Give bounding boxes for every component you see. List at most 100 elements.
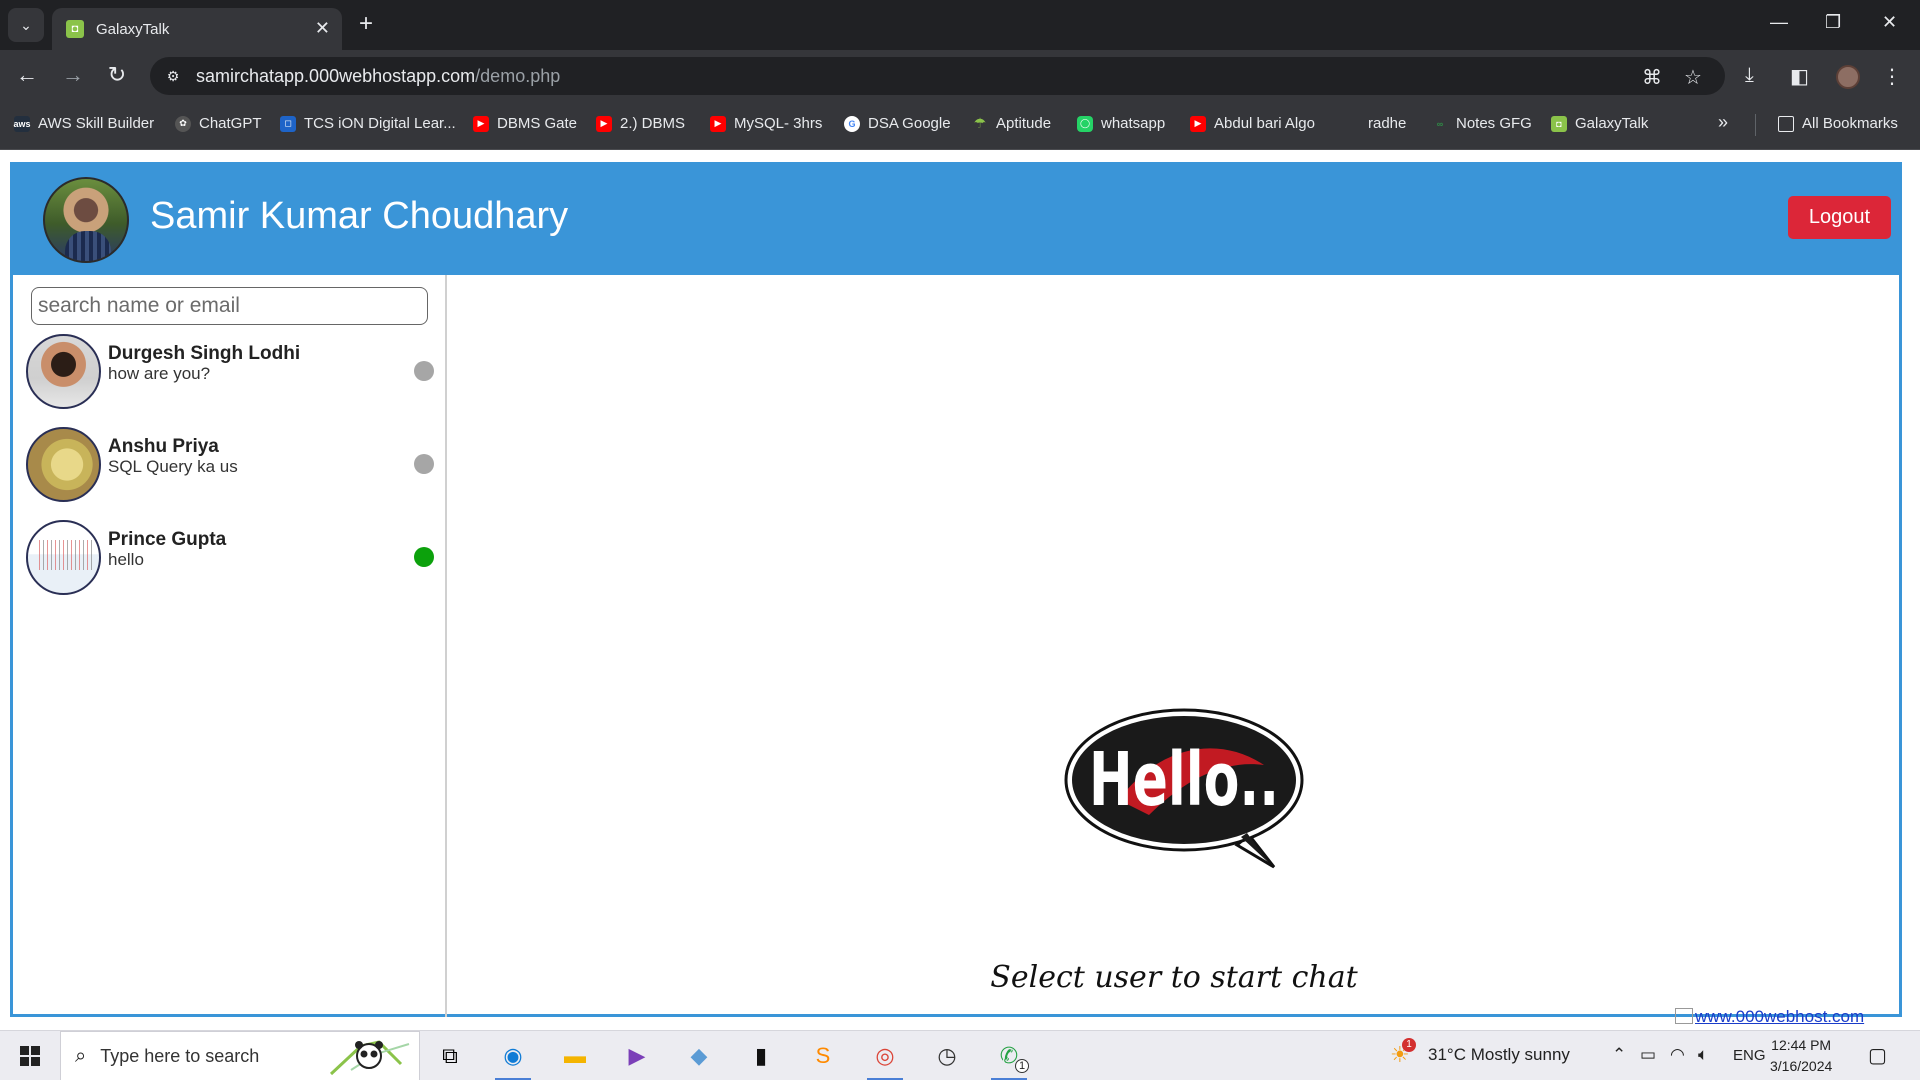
- restore-icon[interactable]: ❐: [1825, 12, 1841, 33]
- aws-icon: aws: [14, 115, 31, 132]
- downloads-icon[interactable]: ⤓: [1745, 64, 1754, 87]
- volume-icon[interactable]: 🔈︎: [1698, 1045, 1708, 1065]
- contact-last-message: SQL Query ka us: [108, 457, 238, 476]
- google-icon: G: [844, 115, 860, 132]
- bookmark-dbms[interactable]: ▶ 2.) DBMS: [596, 115, 685, 132]
- status-dot-icon: [414, 547, 434, 567]
- search-input[interactable]: [31, 287, 428, 325]
- contact-name: Prince Gupta: [108, 529, 227, 550]
- contact-item-prince[interactable]: Prince Gupta hello: [13, 517, 445, 605]
- tab-close-icon[interactable]: ✕: [315, 18, 330, 39]
- all-bookmarks[interactable]: All Bookmarks: [1778, 115, 1898, 132]
- new-tab-button[interactable]: +: [352, 10, 380, 38]
- bookmarks-divider: [1755, 114, 1756, 136]
- bookmark-aws[interactable]: aws AWS Skill Builder: [14, 115, 155, 132]
- app-icon[interactable]: ◆: [681, 1039, 717, 1073]
- windows-start-icon[interactable]: [20, 1046, 40, 1066]
- bookmark-notes-gfg[interactable]: ∞ Notes GFG: [1432, 115, 1532, 132]
- tab-title: GalaxyTalk: [96, 20, 170, 38]
- youtube-icon: ▶: [596, 115, 612, 132]
- bookmark-chatgpt[interactable]: ✿ ChatGPT: [175, 115, 262, 132]
- logout-button[interactable]: Logout: [1788, 196, 1891, 239]
- clock-date: 3/16/2024: [1770, 1058, 1833, 1074]
- bookmark-galaxytalk[interactable]: ◘ GalaxyTalk: [1551, 115, 1648, 132]
- youtube-icon: ▶: [710, 115, 726, 132]
- web-page: Samir Kumar Choudhary Logout Durgesh Sin…: [0, 151, 1920, 1030]
- panda-search-highlight-icon: [329, 1040, 410, 1076]
- contact-avatar: [26, 334, 101, 409]
- chat-area: Hello.. Select user to start chat: [449, 275, 1899, 1017]
- notifications-icon[interactable]: ▢: [1868, 1043, 1887, 1068]
- menu-icon[interactable]: ⋮: [1882, 64, 1902, 89]
- bookmark-aptitude[interactable]: ☂ Aptitude: [972, 115, 1051, 132]
- media-player-icon[interactable]: ▶: [619, 1039, 655, 1073]
- terminal-icon[interactable]: ▮: [743, 1039, 779, 1073]
- file-explorer-icon[interactable]: ▬: [557, 1039, 593, 1073]
- close-window-icon[interactable]: ✕: [1882, 12, 1897, 33]
- weather-icon[interactable]: ☀ 1: [1390, 1038, 1416, 1068]
- chat-app: Samir Kumar Choudhary Logout Durgesh Sin…: [10, 162, 1902, 1017]
- bookmark-dsa-google[interactable]: G DSA Google: [844, 115, 951, 132]
- more-bookmarks-icon[interactable]: »: [1718, 112, 1728, 133]
- hello-speech-bubble-image: Hello..: [1064, 708, 1304, 869]
- minimize-icon[interactable]: —: [1770, 12, 1788, 33]
- language-indicator[interactable]: ENG: [1733, 1047, 1766, 1064]
- galaxytalk-icon: ◘: [1551, 115, 1567, 132]
- bookmark-tcs[interactable]: ◻ TCS iON Digital Lear...: [280, 115, 456, 132]
- edge-icon[interactable]: ◉: [495, 1039, 531, 1080]
- address-bar[interactable]: ⚙ samirchatapp.000webhostapp.com/demo.ph…: [150, 57, 1725, 95]
- system-clock[interactable]: 12:44 PM 3/16/2024: [1770, 1035, 1832, 1077]
- hello-text: Hello..: [1089, 737, 1279, 823]
- weather-badge: 1: [1402, 1038, 1416, 1052]
- select-user-prompt: Select user to start chat: [990, 960, 1358, 995]
- back-icon[interactable]: ←: [14, 62, 40, 88]
- bookmark-whatsapp[interactable]: ◯ whatsapp: [1077, 115, 1165, 132]
- contact-item-durgesh[interactable]: Durgesh Singh Lodhi how are you?: [13, 331, 445, 419]
- sublime-text-icon[interactable]: S: [805, 1039, 841, 1073]
- bookmark-star-icon[interactable]: ☆: [1684, 65, 1702, 90]
- contact-item-anshu[interactable]: Anshu Priya SQL Query ka us: [13, 424, 445, 512]
- contacts-sidebar: Durgesh Singh Lodhi how are you? Anshu P…: [13, 275, 447, 1017]
- tab-search-button[interactable]: ⌄: [8, 8, 44, 42]
- search-icon: ⌕: [75, 1044, 87, 1067]
- tab-galaxytalk[interactable]: ◘ GalaxyTalk ✕: [52, 8, 342, 50]
- chrome-icon[interactable]: ◎: [867, 1039, 903, 1080]
- show-hidden-icons-icon[interactable]: ⌃: [1612, 1045, 1626, 1065]
- contact-last-message: hello: [108, 550, 144, 569]
- youtube-icon: ▶: [1190, 115, 1206, 132]
- user-name: Samir Kumar Choudhary: [150, 195, 569, 237]
- bookmarks-bar: aws AWS Skill Builder ✿ ChatGPT ◻ TCS iON D…: [0, 100, 1920, 150]
- translate-icon[interactable]: ⌘: [1642, 65, 1662, 90]
- contact-avatar: [26, 520, 101, 595]
- wifi-icon[interactable]: ◠: [1670, 1045, 1685, 1065]
- bookmark-dbms-gate[interactable]: ▶ DBMS Gate: [473, 115, 577, 132]
- taskbar-search[interactable]: ⌕ Type here to search: [60, 1031, 420, 1080]
- bookmark-mysql[interactable]: ▶ MySQL- 3hrs: [710, 115, 822, 132]
- battery-icon[interactable]: ▭: [1640, 1045, 1656, 1065]
- weather-text[interactable]: 31°C Mostly sunny: [1428, 1045, 1570, 1065]
- url-host: samirchatapp.000webhostapp.com: [196, 65, 476, 86]
- whatsapp-icon: ◯: [1077, 115, 1093, 132]
- forward-icon[interactable]: →: [60, 62, 86, 88]
- side-panel-icon[interactable]: ◧: [1790, 64, 1809, 89]
- whatsapp-taskbar-icon[interactable]: ✆ 1: [991, 1039, 1029, 1080]
- profile-avatar[interactable]: [1836, 65, 1860, 89]
- tcs-icon: ◻: [280, 115, 296, 132]
- folder-icon: [1778, 115, 1794, 132]
- galaxytalk-favicon-icon: ◘: [66, 20, 84, 38]
- windows-taskbar: ⌕ Type here to search ⧉ ◉ ▬ ▶ ◆ ▮ S ◎ ◷ …: [0, 1030, 1920, 1080]
- browser-titlebar: ⌄ ◘ GalaxyTalk ✕ + — ❐ ✕: [0, 0, 1920, 50]
- contact-name: Anshu Priya: [108, 436, 219, 457]
- contact-avatar: [26, 427, 101, 502]
- bookmark-radhe[interactable]: radhe: [1368, 115, 1406, 132]
- aptitude-icon: ☂: [973, 115, 987, 131]
- reload-icon[interactable]: ↻: [104, 62, 130, 88]
- chatgpt-icon: ✿: [175, 115, 191, 132]
- clock-app-icon[interactable]: ◷: [929, 1039, 965, 1073]
- bookmark-abdul-bari[interactable]: ▶ Abdul bari Algo: [1190, 115, 1315, 132]
- whatsapp-badge: 1: [1015, 1059, 1029, 1073]
- webhost-link[interactable]: www.000webhost.com: [1675, 1007, 1864, 1027]
- site-info-icon[interactable]: ⚙: [158, 61, 188, 91]
- user-avatar: [43, 177, 129, 263]
- task-view-icon[interactable]: ⧉: [432, 1039, 468, 1073]
